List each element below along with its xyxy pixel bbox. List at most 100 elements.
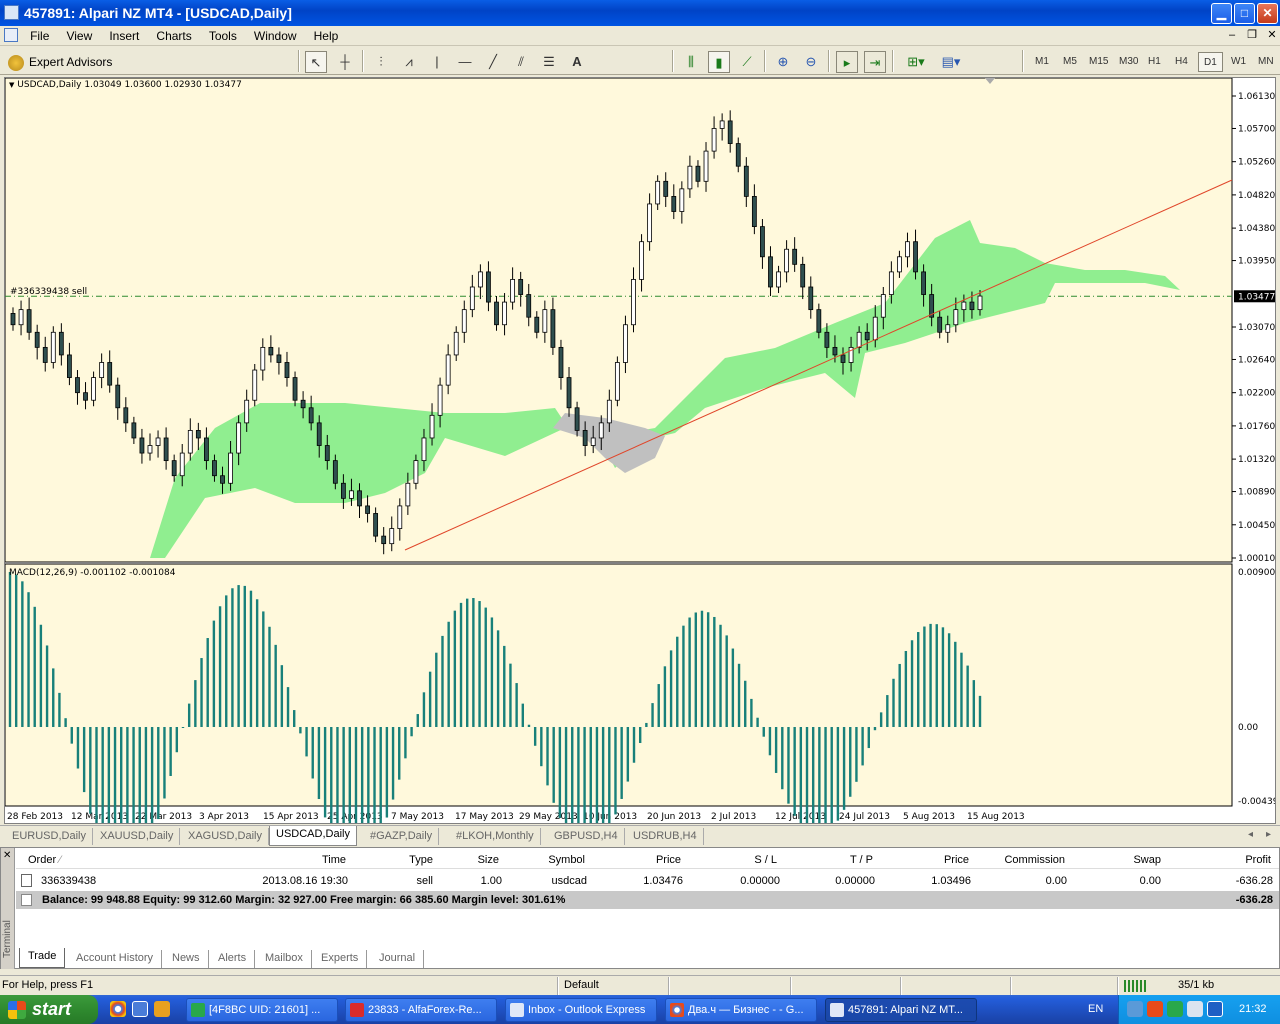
terminal-label: Terminal [2,920,13,958]
task-metatrader[interactable]: 457891: Alpari NZ MT... [825,998,977,1022]
menu-file[interactable]: File [23,26,56,43]
candle-body [534,316,540,333]
col-commission[interactable]: Commission [981,854,1065,866]
chart-window[interactable]: 1.06130 1.05700 1.05260 1.04820 1.04380 1.039… [4,77,1276,824]
tab-account-history[interactable]: Account History [68,950,163,968]
chart-tab-lkoh[interactable]: #LKOH,Monthly [450,828,541,845]
zoom-in-icon[interactable]: ⊕ [772,51,794,73]
col-type[interactable]: Type [381,854,433,866]
qip-tray-icon[interactable] [1167,1001,1183,1017]
indicators-icon[interactable]: ⊞▾ [902,51,930,73]
tab-news[interactable]: News [164,950,209,968]
b-tray-icon[interactable] [1207,1001,1223,1017]
autoscroll-icon[interactable]: ▸ [836,51,858,73]
menu-window[interactable]: Window [247,26,304,43]
macd-bar [163,727,166,799]
tabs-scroll-right-icon[interactable]: ▸ [1266,829,1271,840]
timeframe-m5[interactable]: M5 [1058,52,1082,72]
col-price[interactable]: Price [621,854,681,866]
timeframe-mn[interactable]: MN [1253,52,1279,72]
tab-mailbox[interactable]: Mailbox [257,950,312,968]
fibonacci-fan-icon[interactable]: ⩘ [398,51,420,73]
text-tool-icon[interactable]: A [566,51,588,73]
outlook-quicklaunch-icon[interactable] [132,1001,148,1017]
network-tray-icon[interactable] [1127,1001,1143,1017]
tab-trade[interactable]: Trade [19,948,66,968]
menu-view[interactable]: View [59,26,99,43]
task-qip[interactable]: [4F8BC UID: 21601] ... [186,998,338,1022]
chrome-quicklaunch-icon[interactable] [110,1001,126,1017]
language-indicator[interactable]: EN [1088,1003,1103,1015]
vertical-line-icon[interactable]: | [426,51,448,73]
horizontal-line-icon[interactable]: — [454,51,476,73]
col-sl[interactable]: S / L [721,854,777,866]
start-button[interactable]: start [0,995,98,1024]
row-size: 1.00 [480,875,502,887]
minimize-button[interactable]: ▁ [1211,3,1232,24]
menu-insert[interactable]: Insert [102,26,146,43]
candlestick-chart-icon[interactable]: ▮ [708,51,730,73]
timeframe-m1[interactable]: M1 [1030,52,1054,72]
tabs-scroll-left-icon[interactable]: ◂ [1248,829,1253,840]
col-size[interactable]: Size [451,854,499,866]
chart-shift-icon[interactable]: ⇥ [864,51,886,73]
chart-tab-xauusd[interactable]: XAUUSD,Daily [94,828,181,845]
periodicity-icon[interactable]: ▤▾ [936,51,966,73]
mdi-restore-button[interactable]: ❐ [1244,28,1260,43]
cursor-tool-icon[interactable]: ↖ [305,51,327,73]
candle-body [268,346,274,356]
col-swap[interactable]: Swap [1101,854,1161,866]
timeframe-m15[interactable]: M15 [1084,52,1113,72]
period-separators-icon[interactable]: ⫶ [370,51,392,73]
expert-advisors-button[interactable]: Expert Advisors [8,51,112,73]
zoom-out-icon[interactable]: ⊖ [800,51,822,73]
col-profit[interactable]: Profit [1201,854,1271,866]
mdi-close-button[interactable]: ✕ [1264,28,1280,43]
bar-chart-icon[interactable]: ⫼ [680,51,702,73]
channel-tool-icon[interactable]: ⫽ [510,51,532,73]
mdi-minimize-button[interactable]: – [1224,28,1240,43]
line-chart-icon[interactable]: ⟋ [736,51,758,73]
macd-bar [577,727,580,823]
price-chart[interactable]: 1.06130 1.05700 1.05260 1.04820 1.04380 1.039… [5,78,1275,823]
task-chrome[interactable]: Два.ч — Бизнес - - G... [665,998,817,1022]
col-tp[interactable]: T / P [811,854,873,866]
menu-tools[interactable]: Tools [202,26,244,43]
col-time[interactable]: Time [291,854,346,866]
tab-experts[interactable]: Experts [313,950,368,968]
volume-tray-icon[interactable] [1187,1001,1203,1017]
antivirus-tray-icon[interactable] [1147,1001,1163,1017]
col-order[interactable]: Order ⁄ [28,854,61,866]
table-row[interactable]: 336339438 2013.08.16 19:30 sell 1.00 usd… [16,872,1279,890]
candle-body [397,505,403,529]
close-button[interactable]: ✕ [1257,3,1278,24]
menu-help[interactable]: Help [307,26,346,43]
macd-bar [941,627,945,727]
task-outlook[interactable]: Inbox - Outlook Express [505,998,657,1022]
menu-charts[interactable]: Charts [149,26,198,43]
timeframe-w1[interactable]: W1 [1226,52,1251,72]
timeframe-d1[interactable]: D1 [1198,52,1223,72]
chart-tab-eurusd[interactable]: EURUSD,Daily [6,828,93,845]
chart-tab-xagusd[interactable]: XAGUSD,Daily [182,828,269,845]
task-alfaforex[interactable]: 23833 - AlfaForex-Re... [345,998,497,1022]
col-symbol[interactable]: Symbol [521,854,585,866]
tab-alerts[interactable]: Alerts [210,950,256,968]
chart-tab-usdrub[interactable]: USDRUB,H4 [627,828,704,845]
macd-bar [385,727,389,818]
chart-tab-usdcad[interactable]: USDCAD,Daily [269,826,357,846]
trendline-tool-icon[interactable]: ╱ [482,51,504,73]
crosshair-tool-icon[interactable]: ┼ [334,51,356,73]
col-current-price[interactable]: Price [911,854,969,866]
maximize-button[interactable]: □ [1234,3,1255,24]
timeframe-m30[interactable]: M30 [1114,52,1143,72]
terminal-close-icon[interactable]: ✕ [3,850,11,861]
timeframe-h1[interactable]: H1 [1143,52,1166,72]
expert-advisors-label: Expert Advisors [29,55,113,69]
winamp-quicklaunch-icon[interactable] [154,1001,170,1017]
chart-tab-gbpusd[interactable]: GBPUSD,H4 [548,828,625,845]
fibonacci-tool-icon[interactable]: ☰ [538,51,560,73]
tab-journal[interactable]: Journal [371,950,425,968]
timeframe-h4[interactable]: H4 [1170,52,1193,72]
chart-tab-gazp[interactable]: #GAZP,Daily [364,828,440,845]
